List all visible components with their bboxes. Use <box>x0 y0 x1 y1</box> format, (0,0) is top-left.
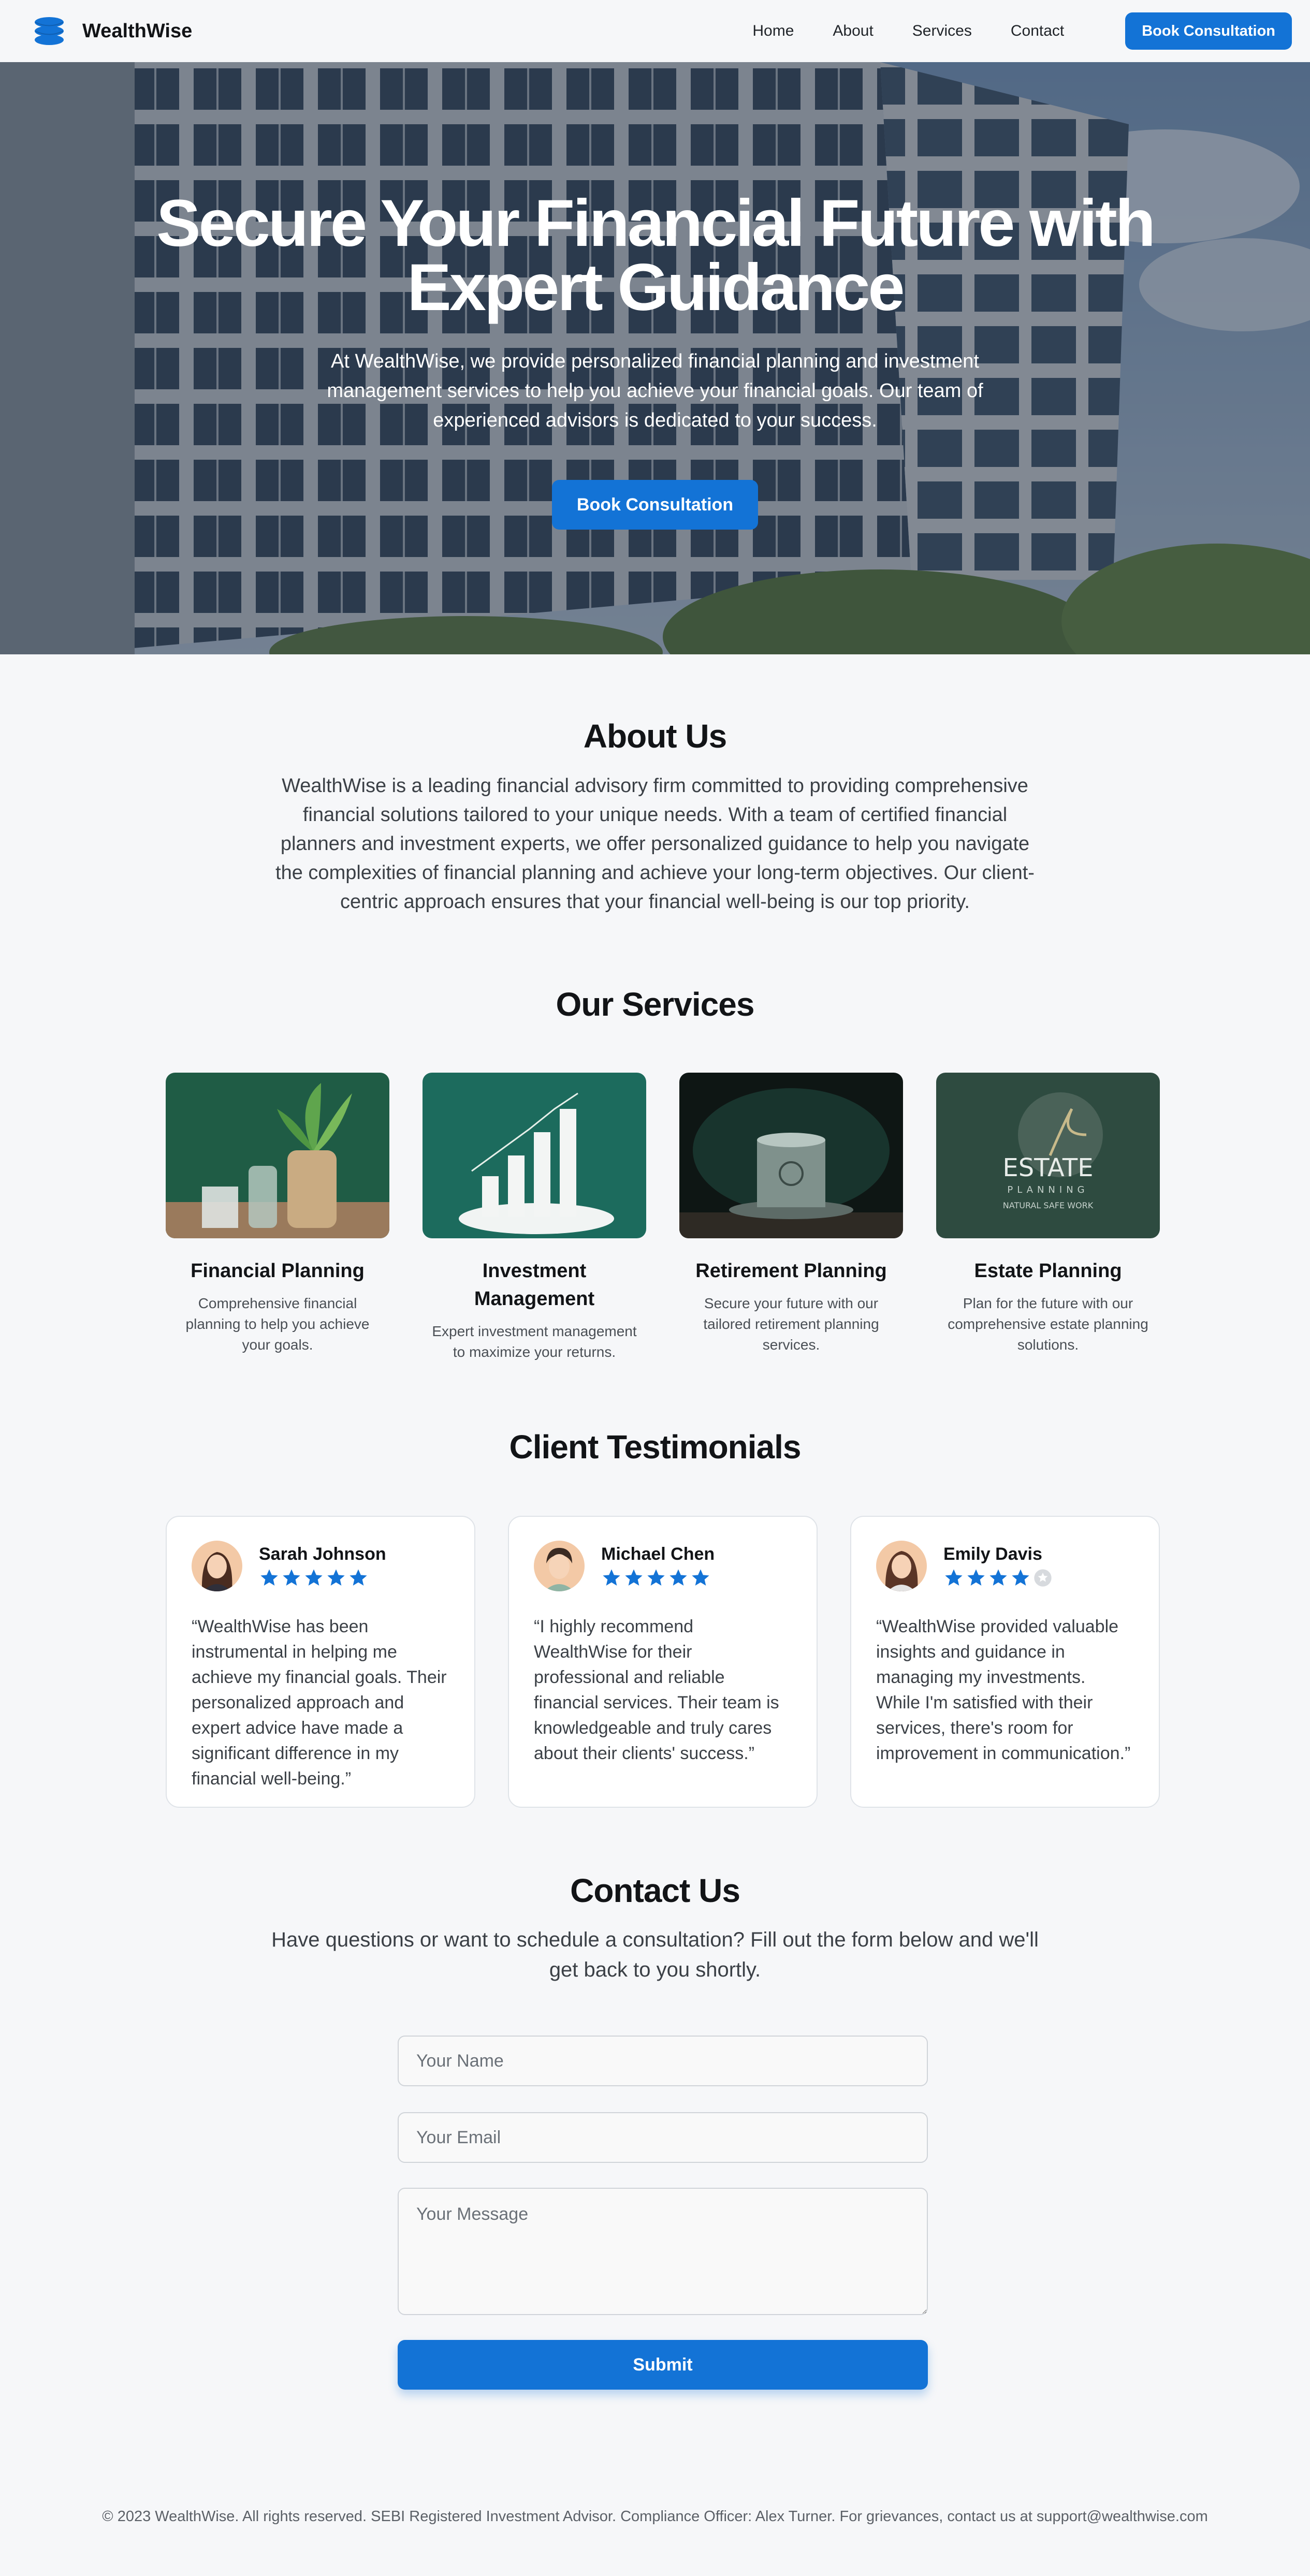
nav-link-contact[interactable]: Contact <box>1011 22 1064 40</box>
testimonial-quote: “I highly recommend WealthWise for their… <box>534 1617 779 1763</box>
star-filled-icon <box>327 1569 345 1586</box>
about-text: WealthWise is a leading financial adviso… <box>275 775 1035 913</box>
nav-link-home[interactable]: Home <box>752 22 794 40</box>
star-filled-icon <box>647 1569 665 1586</box>
plant-jar-image <box>166 1073 389 1238</box>
star-filled-icon <box>1012 1569 1029 1586</box>
estate-planning-image: ESTATE PLANNING NATURAL SAFE WORK <box>936 1073 1160 1238</box>
service-title: Investment Management <box>474 1260 595 1310</box>
service-description: Secure your future with our tailored ret… <box>703 1295 879 1353</box>
stacked-coins-icon <box>35 17 64 45</box>
testimonial-card: Michael Chen “I highly recommend WealthW… <box>508 1516 818 1808</box>
service-card-estate-planning[interactable]: ESTATE PLANNING NATURAL SAFE WORK Estate… <box>936 1073 1160 1363</box>
star-empty-icon <box>1034 1569 1052 1587</box>
about-title: About Us <box>583 718 727 755</box>
hero-book-consultation-button[interactable]: Book Consultation <box>551 480 759 530</box>
star-filled-icon <box>945 1569 963 1586</box>
service-description: Comprehensive financial planning to help… <box>185 1295 370 1353</box>
estate-image-title: ESTATE <box>1002 1153 1093 1182</box>
testimonial-name: Michael Chen <box>601 1544 715 1564</box>
hero-content: Secure Your Financial Future with Expert… <box>0 62 1310 654</box>
service-card-financial-planning[interactable]: Financial Planning Comprehensive financi… <box>166 1073 389 1363</box>
star-filled-icon <box>283 1569 300 1586</box>
testimonial-name: Emily Davis <box>943 1544 1042 1564</box>
services-title: Our Services <box>556 986 755 1023</box>
service-title: Financial Planning <box>191 1260 365 1282</box>
rating-stars <box>259 1568 386 1588</box>
star-filled-icon <box>260 1569 278 1586</box>
star-filled-icon <box>625 1569 643 1586</box>
star-filled-icon <box>967 1569 985 1586</box>
submit-button[interactable]: Submit <box>398 2340 928 2390</box>
avatar <box>876 1541 927 1591</box>
estate-image-subtitle: PLANNING <box>1007 1184 1088 1195</box>
email-input[interactable] <box>398 2112 928 2163</box>
nav-link-about[interactable]: About <box>833 22 873 40</box>
testimonial-quote: “WealthWise provided valuable insights a… <box>876 1617 1131 1763</box>
star-filled-icon <box>305 1569 323 1586</box>
service-description: Plan for the future with our comprehensi… <box>948 1295 1148 1353</box>
contact-title: Contact Us <box>570 1872 740 1909</box>
service-card-investment-management[interactable]: Investment Management Expert investment … <box>423 1073 646 1363</box>
avatar <box>192 1541 242 1591</box>
metal-cylinder-image <box>679 1073 903 1238</box>
testimonial-quote: “WealthWise has been instrumental in hel… <box>192 1617 447 1789</box>
growth-bars-image <box>423 1073 646 1238</box>
service-description: Expert investment management to maximize… <box>432 1323 637 1360</box>
star-filled-icon <box>692 1569 709 1586</box>
star-filled-icon <box>669 1569 687 1586</box>
services-grid: Financial Planning Comprehensive financi… <box>166 1073 1160 1363</box>
testimonial-card: Emily Davis “WealthWise provided valuabl… <box>850 1516 1160 1808</box>
nav-link-services[interactable]: Services <box>912 22 972 40</box>
top-navbar: WealthWise Home About Services Contact B… <box>0 0 1310 62</box>
hero-title: Secure Your Financial Future with Expert… <box>156 186 1156 325</box>
service-title: Retirement Planning <box>695 1260 887 1282</box>
testimonials-grid: Sarah Johnson “WealthWise has been instr… <box>166 1516 1160 1808</box>
star-filled-icon <box>989 1569 1007 1586</box>
rating-stars <box>601 1568 715 1588</box>
message-textarea[interactable] <box>398 2188 928 2315</box>
contact-subtitle: Have questions or want to schedule a con… <box>271 1928 1039 1981</box>
estate-image-tagline: NATURAL SAFE WORK <box>1003 1201 1094 1210</box>
rating-stars <box>943 1568 1055 1588</box>
hero-section: Secure Your Financial Future with Expert… <box>0 62 1310 654</box>
star-filled-icon <box>603 1569 620 1586</box>
testimonial-name: Sarah Johnson <box>259 1544 386 1564</box>
hero-subtitle: At WealthWise, we provide personalized f… <box>327 350 983 431</box>
service-title: Estate Planning <box>974 1260 1122 1282</box>
service-card-retirement-planning[interactable]: Retirement Planning Secure your future w… <box>679 1073 903 1363</box>
star-filled-icon <box>350 1569 367 1586</box>
testimonials-title: Client Testimonials <box>509 1428 801 1466</box>
nav-book-consultation-button[interactable]: Book Consultation <box>1125 12 1292 50</box>
brand-name: WealthWise <box>82 20 193 42</box>
footer-text: © 2023 WealthWise. All rights reserved. … <box>102 2508 1208 2525</box>
nav-links: Home About Services Contact Book Consult… <box>752 12 1292 50</box>
testimonial-card: Sarah Johnson “WealthWise has been instr… <box>166 1516 475 1808</box>
name-input[interactable] <box>398 2036 928 2086</box>
avatar <box>534 1541 585 1591</box>
brand[interactable]: WealthWise <box>34 17 192 46</box>
